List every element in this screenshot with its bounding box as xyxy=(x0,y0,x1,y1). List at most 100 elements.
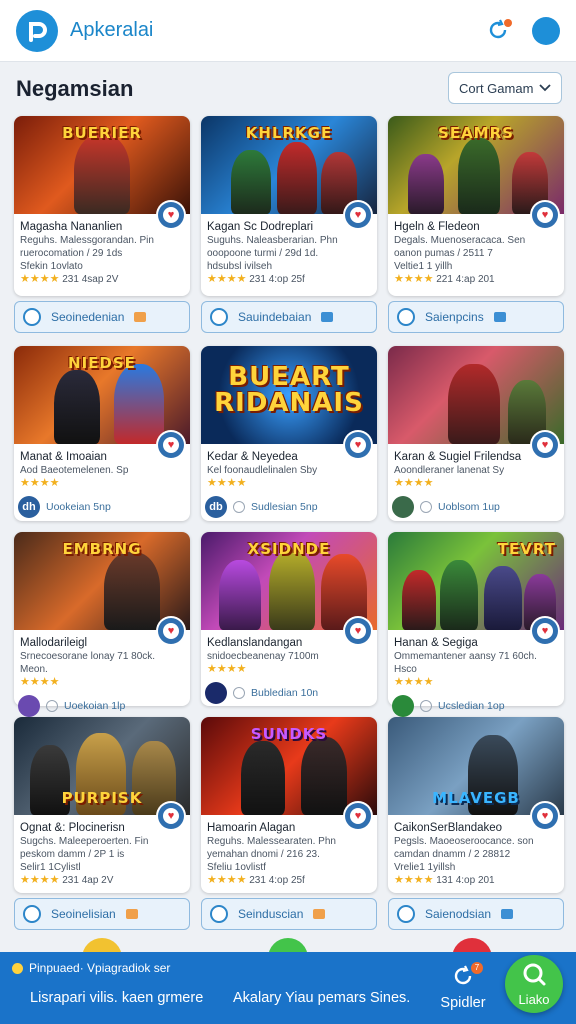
game-card[interactable]: TEVRT ♥ Hanan & Segiga Ommemantener aans… xyxy=(388,532,564,717)
heart-icon: ♥ xyxy=(350,207,366,223)
star-rating-icon: ★★★★ xyxy=(20,874,60,886)
spider-badge: 7 xyxy=(471,962,483,974)
store-icon xyxy=(210,905,228,923)
game-description: oanon pumas / 2511 7 xyxy=(394,248,493,259)
heart-icon: ♥ xyxy=(350,808,366,824)
game-card[interactable]: SEAMRS ♥ Hgeln & Fledeon Degals. Muenose… xyxy=(388,116,564,296)
download-badge-icon xyxy=(125,909,138,919)
game-thumbnail: NIEDSE xyxy=(14,346,190,444)
game-description: Veltie1 1 yillh xyxy=(394,261,453,272)
character-art xyxy=(301,737,347,815)
store-button-label: Sauindebaian xyxy=(238,310,312,324)
game-description: peskom damm / 2P 1 is xyxy=(20,849,125,860)
developer-avatar xyxy=(18,695,40,717)
star-rating-icon: ★★★★ xyxy=(394,874,434,886)
store-button[interactable]: Seinduscian xyxy=(201,898,377,930)
game-card[interactable]: BUEART RIDANAIS ♥ Kedar & Neyedea Kel fo… xyxy=(201,346,377,521)
game-card[interactable]: PURPISK ♥ Ognat &: Plocinerisn Sugchs. M… xyxy=(14,717,190,893)
character-art xyxy=(114,364,164,444)
game-description: Sfekin 1ovlato xyxy=(20,261,83,272)
game-card[interactable]: BUERIER ♥ Magasha Nananlien Reguhs. Male… xyxy=(14,116,190,296)
game-description: Aod Baeotemelenen. Sp xyxy=(20,465,129,476)
store-icon xyxy=(23,905,41,923)
developer-avatar xyxy=(392,695,414,717)
store-button[interactable]: Sauindebaian xyxy=(201,301,377,333)
spider-button[interactable]: 7 Spidler xyxy=(439,962,487,1011)
thumbnail-title: EMBRNG xyxy=(62,540,142,558)
favorite-button[interactable]: ♥ xyxy=(532,202,558,228)
game-card[interactable]: NIEDSE ♥ Manat & Imoaian Aod Baeotemelen… xyxy=(14,346,190,521)
developer-name: Uoekoian 1lp xyxy=(64,700,126,712)
search-icon xyxy=(523,963,546,986)
game-description: Sugchs. Maleeperoerten. Fin xyxy=(20,836,149,847)
verified-icon xyxy=(46,700,58,712)
heart-icon: ♥ xyxy=(537,207,553,223)
star-rating-icon: ★★★★ xyxy=(394,676,434,688)
favorite-button[interactable]: ♥ xyxy=(158,202,184,228)
download-badge-icon xyxy=(313,909,326,919)
store-button[interactable]: Seoinelisian xyxy=(14,898,190,930)
game-thumbnail: SEAMRS xyxy=(388,116,564,214)
game-thumbnail: XSIDNDE xyxy=(201,532,377,630)
thumbnail-title: SUNDKS xyxy=(250,725,328,743)
store-button[interactable]: Saienpcins xyxy=(388,301,564,333)
sort-dropdown[interactable]: Cort Gamam xyxy=(448,72,562,104)
character-art xyxy=(440,560,478,630)
thumbnail-title: BUEART RIDANAIS xyxy=(214,362,364,418)
game-thumbnail: KHLRKGE xyxy=(201,116,377,214)
favorite-button[interactable]: ♥ xyxy=(158,432,184,458)
star-rating-icon: ★★★★ xyxy=(20,273,60,285)
profile-avatar[interactable] xyxy=(532,16,560,45)
favorite-button[interactable]: ♥ xyxy=(345,432,371,458)
developer-name: Sudlesian 5np xyxy=(251,501,318,513)
developer-name: Uoblsom 1up xyxy=(438,501,500,513)
star-rating-icon: ★★★★ xyxy=(394,477,434,489)
star-rating-icon: ★★★★ xyxy=(20,477,60,489)
favorite-button[interactable]: ♥ xyxy=(158,618,184,644)
game-thumbnail: MLAVEGB xyxy=(388,717,564,815)
favorite-button[interactable]: ♥ xyxy=(345,202,371,228)
game-card[interactable]: SUNDKS ♥ Hamoarin Alagan Reguhs. Malesse… xyxy=(201,717,377,893)
heart-icon: ♥ xyxy=(163,808,179,824)
verified-icon xyxy=(233,501,245,513)
favorite-button[interactable]: ♥ xyxy=(532,618,558,644)
store-button-label: Seoinedenian xyxy=(51,310,125,324)
game-description: ooopoone turmi / 29d 1d. xyxy=(207,248,319,259)
verified-icon xyxy=(233,687,245,699)
game-card[interactable]: MLAVEGB ♥ CaikonSerBlandakeo Pegsls. Mao… xyxy=(388,717,564,893)
favorite-button[interactable]: ♥ xyxy=(532,432,558,458)
favorite-button[interactable]: ♥ xyxy=(345,803,371,829)
game-thumbnail: BUERIER xyxy=(14,116,190,214)
game-rating: ★★★★ 231 4sap 2V xyxy=(20,273,119,285)
sort-dropdown-value: Cort Gamam xyxy=(459,80,534,96)
game-description: Aoondleraner lanenat Sy xyxy=(394,465,505,476)
game-description: ruerocomation / 29 1ds xyxy=(20,248,123,259)
status-text: Pinpuaed· Vpiagradiok ser xyxy=(29,961,171,975)
character-art xyxy=(74,134,130,214)
game-card[interactable]: KHLRKGE ♥ Kagan Sc Dodreplari Suguhs. Na… xyxy=(201,116,377,296)
bottom-nav-item[interactable]: Akalary Yiau pemars Sines. xyxy=(233,990,410,1006)
bottom-bar: Pinpuaed· Vpiagradiok ser Lisrapari vili… xyxy=(0,952,576,1024)
game-card[interactable]: XSIDNDE ♥ Kedlanslandangan snidoecbeanen… xyxy=(201,532,377,706)
character-art xyxy=(484,566,522,630)
store-icon xyxy=(23,308,41,326)
star-rating-icon: ★★★★ xyxy=(207,273,247,285)
favorite-button[interactable]: ♥ xyxy=(158,803,184,829)
bottom-nav-item[interactable]: Lisrapari vilis. kaen grmere xyxy=(30,990,203,1006)
search-fab-button[interactable]: Liako xyxy=(505,955,563,1013)
store-button[interactable]: Saienodsian xyxy=(388,898,564,930)
favorite-button[interactable]: ♥ xyxy=(345,618,371,644)
character-art xyxy=(54,370,100,444)
store-button[interactable]: Seoinedenian xyxy=(14,301,190,333)
download-badge-icon xyxy=(501,909,514,919)
heart-icon: ♥ xyxy=(537,808,553,824)
star-rating-icon: ★★★★ xyxy=(207,874,247,886)
star-rating-icon: ★★★★ xyxy=(20,676,60,688)
app-logo-icon[interactable] xyxy=(16,9,58,52)
store-button-label: Saienodsian xyxy=(425,907,492,921)
notifications-button[interactable] xyxy=(486,18,512,44)
game-card[interactable]: EMBRNG ♥ Mallodarileigl Srnecoesorane lo… xyxy=(14,532,190,717)
favorite-button[interactable]: ♥ xyxy=(532,803,558,829)
game-description: Degals. Muenoseracaca. Sen xyxy=(394,235,526,246)
game-card[interactable]: ♥ Karan & Sugiel Frilendsa Aoondleraner … xyxy=(388,346,564,521)
